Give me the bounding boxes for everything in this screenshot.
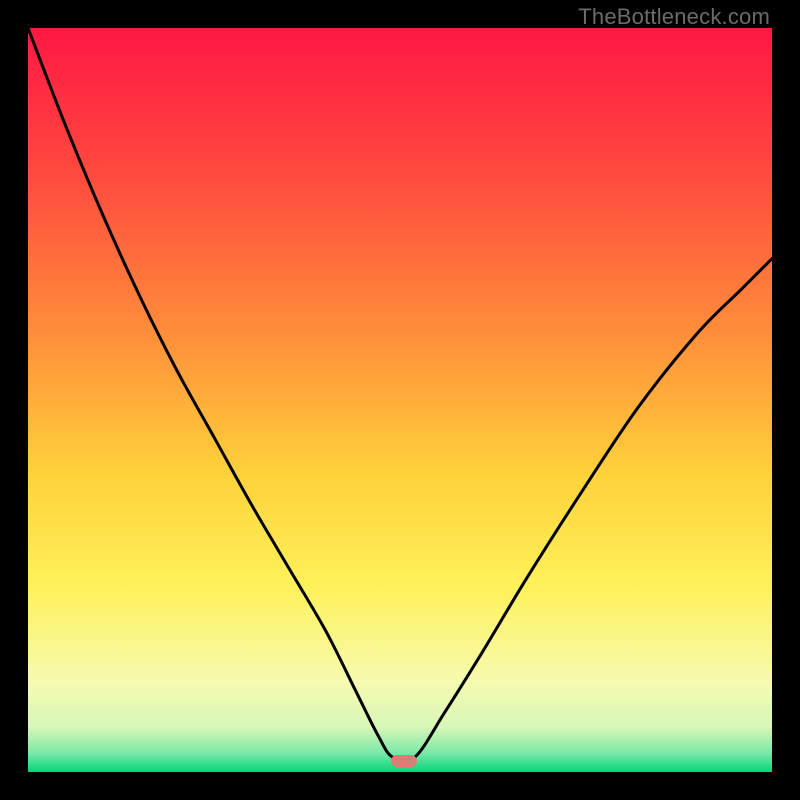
chart-frame (28, 28, 772, 772)
gradient-background (28, 28, 772, 772)
watermark-text: TheBottleneck.com (578, 4, 770, 30)
minimum-marker (391, 755, 417, 767)
chart-svg (28, 28, 772, 772)
